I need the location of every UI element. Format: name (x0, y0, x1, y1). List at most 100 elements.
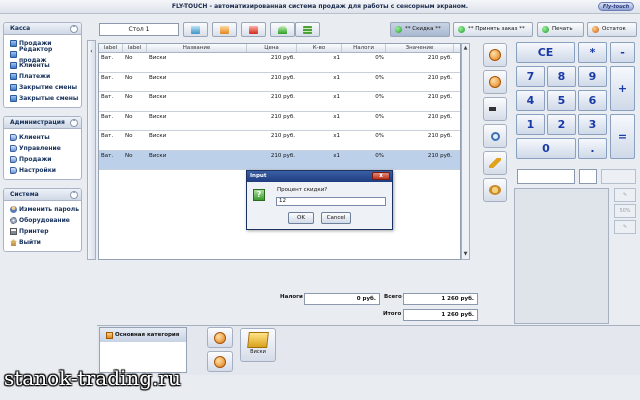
product-up-button[interactable]: ✎ (614, 188, 636, 202)
product-down-button[interactable]: ✎ (614, 220, 636, 234)
column-header[interactable]: Название (147, 44, 247, 52)
column-header[interactable]: Значение (386, 44, 454, 52)
collapse-icon[interactable]: ˄ (70, 25, 78, 33)
table-row[interactable]: Ват. No Виски 210 руб. x1 0% 210 руб. (99, 112, 460, 131)
table-scrollbar[interactable]: ▲ ▼ (461, 43, 470, 260)
sidebar-item-management[interactable]: Управление (10, 143, 81, 154)
document-icon (10, 73, 17, 80)
column-header[interactable]: label (123, 44, 147, 52)
panel-admin-header[interactable]: Администрация ˄ (4, 117, 81, 129)
sidebar-item-closed-shifts[interactable]: Закрытые смены (10, 93, 81, 104)
column-header[interactable]: label (99, 44, 123, 52)
sidebar-item-sales-editor[interactable]: Редактор продаж (10, 46, 81, 64)
category-item[interactable]: Основная категория (100, 328, 186, 342)
undo-button[interactable] (270, 22, 295, 37)
table-cell: 210 руб. (427, 74, 452, 81)
sidebar-item-admin-clients[interactable]: Клиенты (10, 132, 81, 143)
table-cell: Ват. (101, 74, 114, 81)
scroll-down-icon[interactable]: ▼ (462, 250, 469, 259)
key-dot[interactable]: . (578, 138, 607, 159)
search-button[interactable] (483, 124, 507, 148)
sidebar-item-printer[interactable]: Принтер (10, 226, 81, 237)
collapse-sidebar-button[interactable]: ‹ (87, 40, 96, 260)
increase-quantity-button[interactable] (483, 43, 507, 67)
key-4[interactable]: 4 (516, 90, 545, 111)
folder-icon (106, 331, 113, 339)
key-plus[interactable]: + (610, 66, 635, 111)
table-cell: 210 руб. (270, 74, 295, 81)
print-button[interactable]: Печать (537, 22, 584, 37)
split-button[interactable] (212, 22, 237, 37)
sidebar-item-equipment[interactable]: Оборудование (10, 215, 81, 226)
sum-label: Всего (384, 294, 402, 300)
table-row[interactable]: Ват. No Виски 210 руб. x1 0% 210 руб. (99, 131, 460, 151)
table-row[interactable]: Ват. No Виски 210 руб. x1 0% 210 руб. (99, 73, 460, 92)
accept-order-button[interactable]: ** Принять заказ ** (453, 22, 533, 37)
discount-button[interactable]: ** Скидка ** (390, 22, 450, 37)
sidebar-item-exit[interactable]: Выйти (10, 237, 81, 248)
key-3[interactable]: 3 (578, 114, 607, 135)
palette-button[interactable] (483, 178, 507, 202)
edit-button[interactable] (483, 151, 507, 175)
key-2[interactable]: 2 (547, 114, 576, 135)
list-button[interactable] (295, 22, 320, 37)
sidebar: Касса ˄ Продажи Редактор продаж Клиенты … (3, 22, 82, 260)
key-multiply[interactable]: * (578, 42, 607, 63)
category-up-button[interactable] (207, 327, 233, 348)
table-select-button[interactable] (183, 22, 208, 37)
close-icon[interactable]: x (372, 172, 390, 180)
product-tile[interactable]: Виски (240, 328, 276, 362)
sidebar-item-close-shift[interactable]: Закрытие смены (10, 82, 81, 93)
collapse-icon[interactable]: ˄ (70, 191, 78, 199)
gear-icon (10, 217, 17, 224)
panel-kassa-header[interactable]: Касса ˄ (4, 23, 81, 35)
panel-kassa-title: Касса (10, 25, 31, 32)
table-row[interactable]: Ват. No Виски 210 руб. x1 0% 210 руб. (99, 92, 460, 112)
collapse-icon[interactable]: ˄ (70, 119, 78, 127)
key-6[interactable]: 6 (578, 90, 607, 111)
sidebar-item-payments[interactable]: Платежи (10, 71, 81, 82)
key-equals[interactable]: = (610, 114, 635, 159)
ok-button[interactable]: OK (288, 212, 314, 224)
dialog-titlebar[interactable]: Input x (247, 171, 392, 182)
key-8[interactable]: 8 (547, 66, 576, 87)
discount-input-dialog: Input x ? Процент скидки? 12 OK Cancel (246, 170, 393, 230)
category-down-button[interactable] (207, 351, 233, 372)
table-cell: 210 руб. (427, 113, 452, 120)
table-cell: Ват. (101, 152, 114, 159)
panel-system-header[interactable]: Система ˄ (4, 189, 81, 201)
column-header[interactable]: К-во (297, 44, 342, 52)
discount-percent-input[interactable]: 12 (276, 197, 386, 206)
numpad-extra-button[interactable] (601, 169, 636, 184)
percent-button[interactable]: 50% (614, 204, 636, 218)
key-7[interactable]: 7 (516, 66, 545, 87)
table-row-selected[interactable]: Ват. No Виски 210 руб. x1 0% 210 руб. (99, 150, 460, 170)
key-0[interactable]: 0 (516, 138, 576, 159)
column-header[interactable]: Цена (247, 44, 297, 52)
move-line-button[interactable] (483, 97, 507, 121)
cancel-button[interactable]: Cancel (321, 212, 351, 224)
table-name-field[interactable]: Стол 1 (99, 23, 179, 36)
delete-button[interactable] (241, 22, 266, 37)
key-minus[interactable]: - (610, 42, 635, 63)
document-icon (10, 40, 17, 47)
numpad-display[interactable] (517, 169, 575, 184)
table-cell: x1 (333, 94, 340, 100)
printer-icon (10, 228, 17, 235)
key-5[interactable]: 5 (547, 90, 576, 111)
sidebar-item-admin-sales[interactable]: Продажи (10, 154, 81, 165)
panel-admin-title: Администрация (10, 119, 65, 126)
sidebar-item-settings[interactable]: Настройки (10, 165, 81, 176)
decrease-quantity-button[interactable] (483, 70, 507, 94)
table-cell: Виски (149, 133, 167, 139)
table-row[interactable]: Ват. No Виски 210 руб. x1 0% 210 руб. (99, 53, 460, 73)
key-ce[interactable]: CE (516, 42, 575, 63)
scroll-up-icon[interactable]: ▲ (462, 44, 469, 53)
key-1[interactable]: 1 (516, 114, 545, 135)
sidebar-item-change-password[interactable]: Изменить пароль (10, 204, 81, 215)
panel-kassa: Касса ˄ Продажи Редактор продаж Клиенты … (3, 22, 82, 108)
column-header[interactable]: Налоги (342, 44, 386, 52)
key-9[interactable]: 9 (578, 66, 607, 87)
remainder-button[interactable]: Остаток (587, 22, 637, 37)
numpad-aux-display[interactable] (579, 169, 597, 184)
